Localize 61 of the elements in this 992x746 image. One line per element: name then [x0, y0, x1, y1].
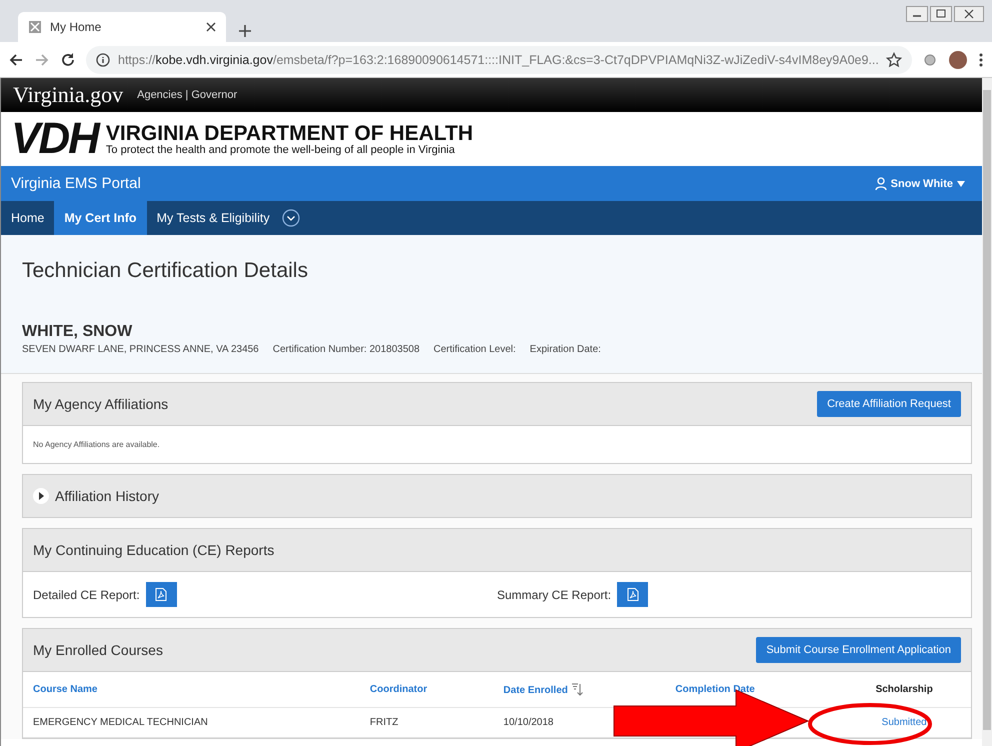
expand-icon[interactable] [282, 209, 300, 227]
agency-logo[interactable]: VDH [11, 114, 98, 164]
page-title: Technician Certification Details [22, 259, 309, 283]
info-field: Certification Level: [434, 344, 516, 355]
create-button[interactable]: Create Affiliation Request [817, 391, 961, 417]
caret-icon [957, 180, 965, 186]
panel-title[interactable]: Affiliation History [55, 488, 160, 504]
url-text: https://kobe.vdh.virginia.gov/emsbeta/f?p=163:2:16890090614571::::INIT_FLAG:&cs=3-Ct7qDPVPIAMqNi3Z-wJiZediV-s4vIM8ey9A0e9... [118, 52, 878, 66]
triangle-right-icon [37, 492, 45, 500]
sort-icon[interactable] [570, 683, 583, 696]
report-label: Summary CE Report: [497, 588, 612, 602]
maximize-icon[interactable] [930, 6, 952, 22]
nav-tab[interactable]: My Tests & Eligibility [146, 201, 280, 235]
scrollbar[interactable] [982, 78, 992, 746]
pdf-button[interactable] [617, 582, 648, 607]
header-links[interactable]: Agencies | Governor [137, 89, 238, 101]
status-link[interactable]: Submitted [882, 717, 927, 728]
pdf-button[interactable] [146, 582, 177, 607]
close-icon[interactable] [206, 22, 216, 32]
report-label: Detailed CE Report: [33, 588, 140, 602]
pdf-icon [626, 588, 639, 601]
panel-title: My Enrolled Courses [33, 642, 163, 658]
pdf-icon [155, 588, 168, 601]
address-bar[interactable]: https://kobe.vdh.virginia.gov/emsbeta/f?p=163:2:16890090614571::::INIT_FLAG:&cs=3-Ct7qDPVPIAMqNi3Z-wJiZediV-s4vIM8ey9A0e9... [86, 46, 912, 74]
table-cell: FRITZ [370, 717, 398, 728]
nav-tab[interactable]: My Cert Info [54, 201, 147, 235]
avatar-icon[interactable] [948, 50, 968, 70]
plus-icon[interactable] [238, 24, 252, 38]
reload-icon[interactable] [60, 52, 76, 68]
extension-icon[interactable] [922, 52, 938, 68]
star-icon[interactable] [886, 52, 902, 68]
site-logo[interactable]: Virginia.gov [13, 82, 124, 108]
submit-button[interactable]: Submit Course Enrollment Application [756, 637, 961, 663]
panel-title: My Agency Affiliations [33, 396, 168, 412]
user-menu[interactable]: Snow White [868, 176, 971, 191]
back-icon[interactable] [8, 52, 24, 68]
column-header-link[interactable]: Coordinator [370, 684, 428, 695]
agency-name: VIRGINIA DEPARTMENT OF HEALTH [106, 122, 474, 144]
tab-title: My Home [50, 20, 102, 34]
portal-title[interactable]: Virginia EMS Portal [11, 175, 141, 192]
agency-tagline: To protect the health and promote the well-being of all people in Virginia [106, 144, 456, 156]
column-header-link[interactable]: Date Enrolled [503, 685, 568, 696]
table-cell: EMERGENCY MEDICAL TECHNICIAN [33, 717, 208, 728]
column-header-link[interactable]: Course Name [33, 684, 98, 695]
panel-title: My Continuing Education (CE) Reports [33, 542, 274, 558]
address-text: SEVEN DWARF LANE, PRINCESS ANNE, VA 23456 [22, 344, 259, 355]
page-icon [28, 20, 42, 34]
minimize-icon[interactable] [906, 6, 928, 22]
table-cell: 10/10/2018 [503, 717, 554, 728]
browser-tab[interactable]: My Home [18, 12, 226, 42]
empty-message: No Agency Affiliations are available. [32, 439, 161, 451]
close-window-icon[interactable] [954, 6, 984, 22]
info-field: Expiration Date: [530, 344, 601, 355]
person-name: WHITE, SNOW [22, 323, 134, 341]
info-field: Certification Number: 201803508 [272, 344, 420, 355]
expand-toggle[interactable] [33, 488, 49, 504]
info-icon [96, 52, 110, 66]
user-icon [874, 177, 887, 190]
column-header: Scholarship [876, 684, 933, 695]
nav-tab[interactable]: Home [1, 201, 54, 235]
menu-icon[interactable] [978, 52, 984, 68]
